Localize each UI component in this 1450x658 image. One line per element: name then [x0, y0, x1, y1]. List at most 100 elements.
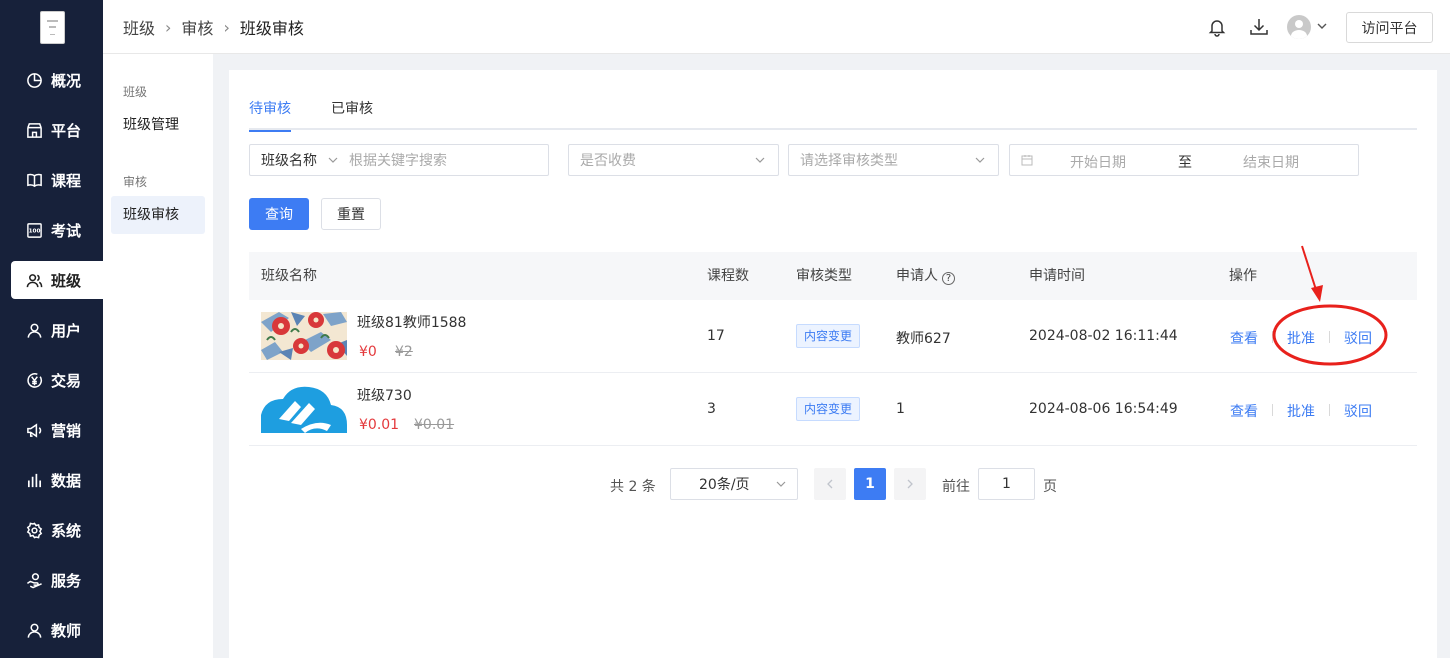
chevron-down-icon[interactable] [1315, 19, 1329, 33]
service-hand-icon [26, 572, 43, 589]
users-icon [26, 272, 43, 289]
nav-item-label: 教师 [51, 621, 82, 640]
submenu-item-class-review[interactable]: 班级审核 [111, 196, 205, 234]
nav-item-exam[interactable]: 100 考试 [0, 211, 103, 249]
download-icon[interactable] [1248, 16, 1270, 38]
bar-chart-icon [26, 472, 43, 489]
secondary-sidebar: 班级 班级管理 审核 班级审核 [103, 54, 213, 658]
nav-item-teacher[interactable]: 教师 [0, 611, 103, 649]
class-price: ¥0 [359, 344, 377, 360]
nav-item-class[interactable]: 班级 [11, 261, 103, 299]
top-header: 班级 › 审核 › 班级审核 访问平台 [103, 0, 1450, 54]
avatar[interactable] [1287, 15, 1311, 39]
gear-icon [26, 522, 43, 539]
breadcrumb-current: 班级审核 [239, 19, 304, 38]
user-icon [26, 322, 43, 339]
nav-item-system[interactable]: 系统 [0, 511, 103, 549]
nav-item-service[interactable]: 服务 [0, 561, 103, 599]
start-date-input[interactable]: 开始日期 [1070, 152, 1126, 172]
applicant-name: 1 [896, 401, 905, 417]
divider [1329, 331, 1330, 343]
keyword-search-group: 班级名称 根据关键字搜索 [249, 144, 549, 176]
nav-item-user[interactable]: 用户 [0, 311, 103, 349]
goto-suffix: 页 [1043, 479, 1057, 495]
main-sidebar: 概况 平台 课程 100 考试 班级 用户 交易 营销 数据 系统 服务 教师 [0, 0, 103, 658]
page-size-select[interactable]: 20条/页 [670, 468, 798, 500]
nav-item-label: 服务 [51, 571, 82, 590]
goto-page-input[interactable]: 1 [978, 468, 1035, 500]
page-size-value: 20条/页 [699, 477, 750, 493]
nav-item-label: 营销 [51, 421, 82, 440]
submenu-item-class-manage[interactable]: 班级管理 [111, 106, 205, 144]
chevron-down-icon [754, 154, 766, 166]
visit-platform-button[interactable]: 访问平台 [1346, 12, 1433, 43]
nav-item-platform[interactable]: 平台 [0, 111, 103, 149]
prev-page-button[interactable] [814, 468, 846, 500]
chevron-down-icon [775, 478, 787, 490]
apply-time: 2024-08-06 16:54:49 [1029, 401, 1178, 417]
nav-item-label: 系统 [51, 521, 82, 540]
reject-link[interactable]: 驳回 [1344, 401, 1372, 421]
view-link[interactable]: 查看 [1230, 401, 1258, 421]
class-name[interactable]: 班级730 [357, 385, 412, 405]
review-type-tag: 内容变更 [796, 324, 861, 348]
tab-reviewed[interactable]: 已审核 [331, 98, 373, 130]
reject-link[interactable]: 驳回 [1344, 328, 1372, 348]
keyword-search-input[interactable]: 根据关键字搜索 [349, 150, 447, 170]
query-button[interactable]: 查询 [249, 198, 309, 230]
exam-100-icon: 100 [26, 222, 43, 239]
apply-time: 2024-08-02 16:11:44 [1029, 328, 1178, 344]
nav-item-label: 交易 [51, 371, 82, 390]
date-range-picker[interactable]: 开始日期 至 结束日期 [1009, 144, 1359, 176]
nav-item-marketing[interactable]: 营销 [0, 411, 103, 449]
date-range-separator: 至 [1178, 155, 1192, 171]
nav-item-label: 考试 [51, 221, 82, 240]
column-header-courses: 课程数 [707, 268, 749, 284]
review-type-select[interactable]: 请选择审核类型 [788, 144, 999, 176]
fee-select[interactable]: 是否收费 [568, 144, 779, 176]
class-cover-image [261, 312, 347, 360]
column-header-name: 班级名称 [261, 268, 317, 284]
column-header-applicant: 申请人? [896, 252, 955, 300]
table-row: 班级81教师1588 ¥0 ¥2 17 内容变更 教师627 2024-08-0… [249, 300, 1417, 373]
column-header-time: 申请时间 [1029, 268, 1085, 284]
nav-item-data[interactable]: 数据 [0, 461, 103, 499]
breadcrumb-item[interactable]: 班级 [123, 15, 155, 39]
divider [1272, 331, 1273, 343]
nav-item-overview[interactable]: 概况 [0, 61, 103, 99]
next-page-button[interactable] [894, 468, 926, 500]
review-type-placeholder: 请选择审核类型 [800, 153, 898, 169]
chevron-right-icon: › [165, 17, 172, 37]
nav-item-trade[interactable]: 交易 [0, 361, 103, 399]
class-original-price: ¥0.01 [414, 417, 455, 433]
platform-logo[interactable] [40, 11, 65, 44]
pie-chart-icon [26, 72, 43, 89]
class-name[interactable]: 班级81教师1588 [357, 312, 466, 332]
applicant-name: 教师627 [896, 331, 951, 347]
help-circle-icon[interactable]: ? [942, 272, 955, 285]
nav-item-label: 概况 [51, 71, 82, 90]
class-original-price: ¥2 [395, 344, 413, 360]
bell-icon[interactable] [1206, 16, 1228, 38]
table-row: 班级730 ¥0.01 ¥0.01 3 内容变更 1 2024-08-06 16… [249, 373, 1417, 446]
page-number-button[interactable]: 1 [854, 468, 886, 500]
class-cover-image [261, 385, 347, 433]
book-icon [26, 172, 43, 189]
end-date-input[interactable]: 结束日期 [1243, 152, 1299, 172]
nav-item-course[interactable]: 课程 [0, 161, 103, 199]
nav-item-label: 数据 [51, 471, 82, 490]
chevron-down-icon[interactable] [327, 154, 339, 166]
view-link[interactable]: 查看 [1230, 328, 1258, 348]
submenu-group-label: 审核 [123, 175, 148, 189]
tab-pending[interactable]: 待审核 [249, 98, 291, 132]
divider [1272, 404, 1273, 416]
breadcrumb-item[interactable]: 审核 [181, 15, 213, 39]
chevron-right-icon: › [223, 17, 230, 37]
reset-button[interactable]: 重置 [321, 198, 381, 230]
approve-link[interactable]: 批准 [1287, 401, 1315, 421]
submenu-group-label: 班级 [123, 85, 148, 99]
divider [1329, 404, 1330, 416]
megaphone-icon [26, 422, 43, 439]
approve-link[interactable]: 批准 [1287, 328, 1315, 348]
search-field-select[interactable]: 班级名称 [250, 150, 317, 170]
